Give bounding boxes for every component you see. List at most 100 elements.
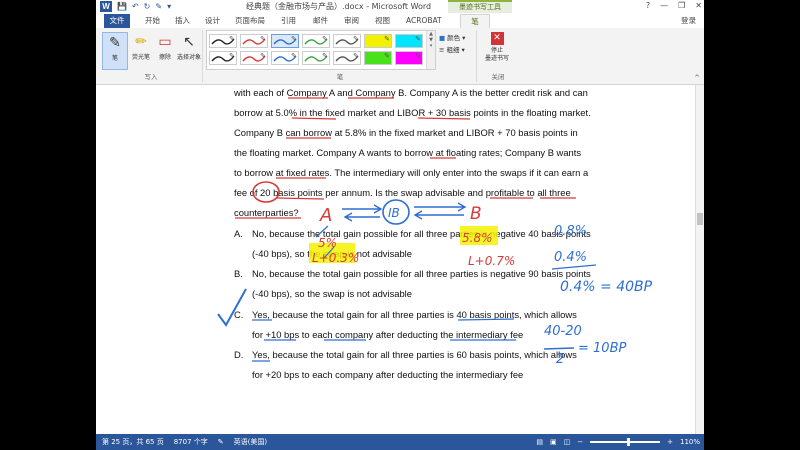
pen-tip-icon: ✎: [229, 52, 235, 60]
zoom-in-icon[interactable]: +: [667, 434, 673, 450]
pen-swatch[interactable]: ✎: [209, 34, 237, 48]
thickness-dropdown[interactable]: ≡ 粗细 ▾: [439, 44, 465, 56]
tab-page-layout[interactable]: 页面布局: [230, 14, 270, 28]
language-indicator[interactable]: 英语(美国): [234, 434, 267, 450]
pen-tip-icon: ✎: [322, 35, 328, 43]
pen-gallery: ▲ ▼ ▾ ✎ ✎ ✎ ✎ ✎ ✎ ✎ ✎ ✎ ✎ ✎ ✎ ✎ ✎: [206, 30, 436, 70]
pen-button[interactable]: ✎ 笔: [102, 32, 128, 70]
word-count[interactable]: 8707 个字: [174, 434, 208, 450]
pen-tip-icon: ✎: [384, 35, 390, 43]
question-line-7: counterparties?: [234, 207, 299, 218]
question-line-2: borrow at 5.0% in the fixed market and L…: [234, 107, 591, 118]
pen-swatch[interactable]: ✎: [364, 51, 392, 65]
question-line-4: the floating market. Company A wants to …: [234, 147, 582, 158]
tab-file[interactable]: 文件: [104, 14, 130, 28]
pen-tip-icon: ✎: [353, 52, 359, 60]
arrow-ib-to-a: [343, 212, 380, 222]
redo-icon[interactable]: ↻: [144, 1, 151, 12]
close-icon[interactable]: ✕: [695, 1, 702, 10]
tab-references[interactable]: 引用: [276, 14, 301, 28]
pen-swatch[interactable]: ✎: [364, 34, 392, 48]
zoom-out-icon[interactable]: −: [577, 434, 583, 450]
vertical-scrollbar[interactable]: [695, 85, 704, 434]
thickness-icon: ≡: [439, 46, 445, 54]
tab-pen[interactable]: 笔: [460, 14, 490, 29]
pen-tip-icon: ✎: [415, 35, 421, 43]
customize-qat-icon[interactable]: ▾: [167, 1, 171, 12]
collapse-ribbon-icon[interactable]: ^: [694, 74, 700, 82]
pen-swatch[interactable]: ✎: [209, 51, 237, 65]
ribbon-tabs: 文件 开始 插入 设计 页面布局 引用 邮件 审阅 视图 ACROBAT 笔 登…: [96, 13, 704, 29]
word-window: W 💾 ↶ ↻ ✎ ▾ 经典题（金融市场与产品）.docx - Microsof…: [96, 0, 704, 450]
help-icon[interactable]: ?: [646, 1, 650, 10]
pen-swatch[interactable]: ✎: [333, 34, 361, 48]
option-c-line-1: Yes, because the total gain for all thre…: [252, 309, 577, 320]
ink-node-ib: IB: [388, 206, 400, 220]
status-left: 第 25 页，共 65 页 8707 个字 ✎ 英语(美国): [102, 434, 267, 450]
select-objects-button[interactable]: ↖ 选择对象: [176, 32, 202, 61]
option-a-line-1: No, because the total gain possible for …: [252, 228, 591, 239]
option-a-line-2: (-40 bps), so the swap is not advisable: [252, 248, 412, 259]
read-mode-icon[interactable]: ▤: [536, 434, 543, 450]
pen-swatch[interactable]: ✎: [271, 51, 299, 65]
undo-icon[interactable]: ↶: [132, 1, 139, 12]
zoom-slider[interactable]: [590, 438, 661, 446]
ink-diff-2: 0.4%: [554, 250, 587, 265]
tab-mailings[interactable]: 邮件: [308, 14, 333, 28]
ink-node-a: A: [319, 205, 332, 226]
ink-icon[interactable]: ✎: [155, 1, 162, 12]
color-dropdown[interactable]: ■ 颜色 ▾: [439, 32, 465, 44]
document-title: 经典题（金融市场与产品）.docx - Microsoft Word: [246, 2, 432, 11]
pen-swatch[interactable]: ✎: [302, 51, 330, 65]
gallery-scroll[interactable]: ▲ ▼ ▾: [426, 31, 435, 69]
ink-calc-result: = 10BP: [578, 341, 626, 356]
pen-swatch[interactable]: ✎: [395, 34, 423, 48]
tab-insert[interactable]: 插入: [170, 14, 195, 28]
minimize-icon[interactable]: —: [660, 1, 668, 10]
option-letter-d: D.: [234, 349, 244, 360]
highlighter-icon: ✏: [135, 34, 147, 50]
arrow-ib-to-b: [414, 202, 467, 212]
pen-swatch[interactable]: ✎: [240, 51, 268, 65]
tab-view[interactable]: 视图: [370, 14, 395, 28]
scrollbar-thumb[interactable]: [697, 213, 703, 225]
document-page[interactable]: with each of Company A and Company B. Co…: [96, 85, 695, 434]
stop-inking-button[interactable]: ✕ 停止 墨迹书写: [482, 32, 512, 63]
close-x-icon: ✕: [490, 32, 504, 45]
pen-swatch[interactable]: ✎: [333, 51, 361, 65]
ink-net: 0.4% = 40BP: [560, 279, 653, 295]
group-label-pens: 笔: [336, 73, 344, 81]
zoom-slider-knob[interactable]: [627, 438, 631, 446]
option-letter-b: B.: [234, 268, 243, 279]
question-line-6: fee of 20 basis points per annum. Is the…: [234, 187, 571, 198]
web-layout-icon[interactable]: ◫: [564, 434, 571, 450]
proofing-icon[interactable]: ✎: [218, 434, 224, 450]
pen-swatch[interactable]: ✎: [395, 51, 423, 65]
pen-swatch[interactable]: ✎: [240, 34, 268, 48]
ink-b-float: L+0.7%: [468, 254, 515, 268]
restore-icon[interactable]: ❐: [678, 1, 685, 10]
tab-acrobat[interactable]: ACROBAT: [401, 14, 447, 28]
pen-tip-icon: ✎: [260, 35, 266, 43]
tab-review[interactable]: 审阅: [339, 14, 364, 28]
underline-basis-points: [275, 197, 325, 200]
option-letter-a: A.: [234, 228, 243, 239]
pen-swatch[interactable]: ✎: [302, 34, 330, 48]
option-d-line-2: for +20 bps to each company after deduct…: [252, 369, 524, 380]
login-link[interactable]: 登录: [681, 15, 696, 26]
page-count[interactable]: 第 25 页，共 65 页: [102, 434, 164, 450]
question-line-1: with each of Company A and Company B. Co…: [234, 87, 588, 98]
print-layout-icon[interactable]: ▣: [550, 434, 557, 450]
zoom-level[interactable]: 110%: [680, 434, 700, 450]
ink-tools-context-header: 墨迹书写工具: [448, 0, 512, 13]
eraser-button[interactable]: ▭ 擦除: [152, 32, 178, 61]
option-d-line-1: Yes, because the total gain for all thre…: [252, 349, 577, 360]
tab-home[interactable]: 开始: [140, 14, 165, 28]
save-icon[interactable]: 💾: [117, 1, 127, 12]
pen-swatch[interactable]: ✎: [271, 34, 299, 48]
pen-tip-icon: ✎: [322, 52, 328, 60]
color-palette-icon: ■: [439, 34, 446, 42]
option-letter-c: C.: [234, 309, 244, 320]
tab-design[interactable]: 设计: [200, 14, 225, 28]
highlighter-button[interactable]: ✏ 荧光笔: [128, 32, 154, 61]
